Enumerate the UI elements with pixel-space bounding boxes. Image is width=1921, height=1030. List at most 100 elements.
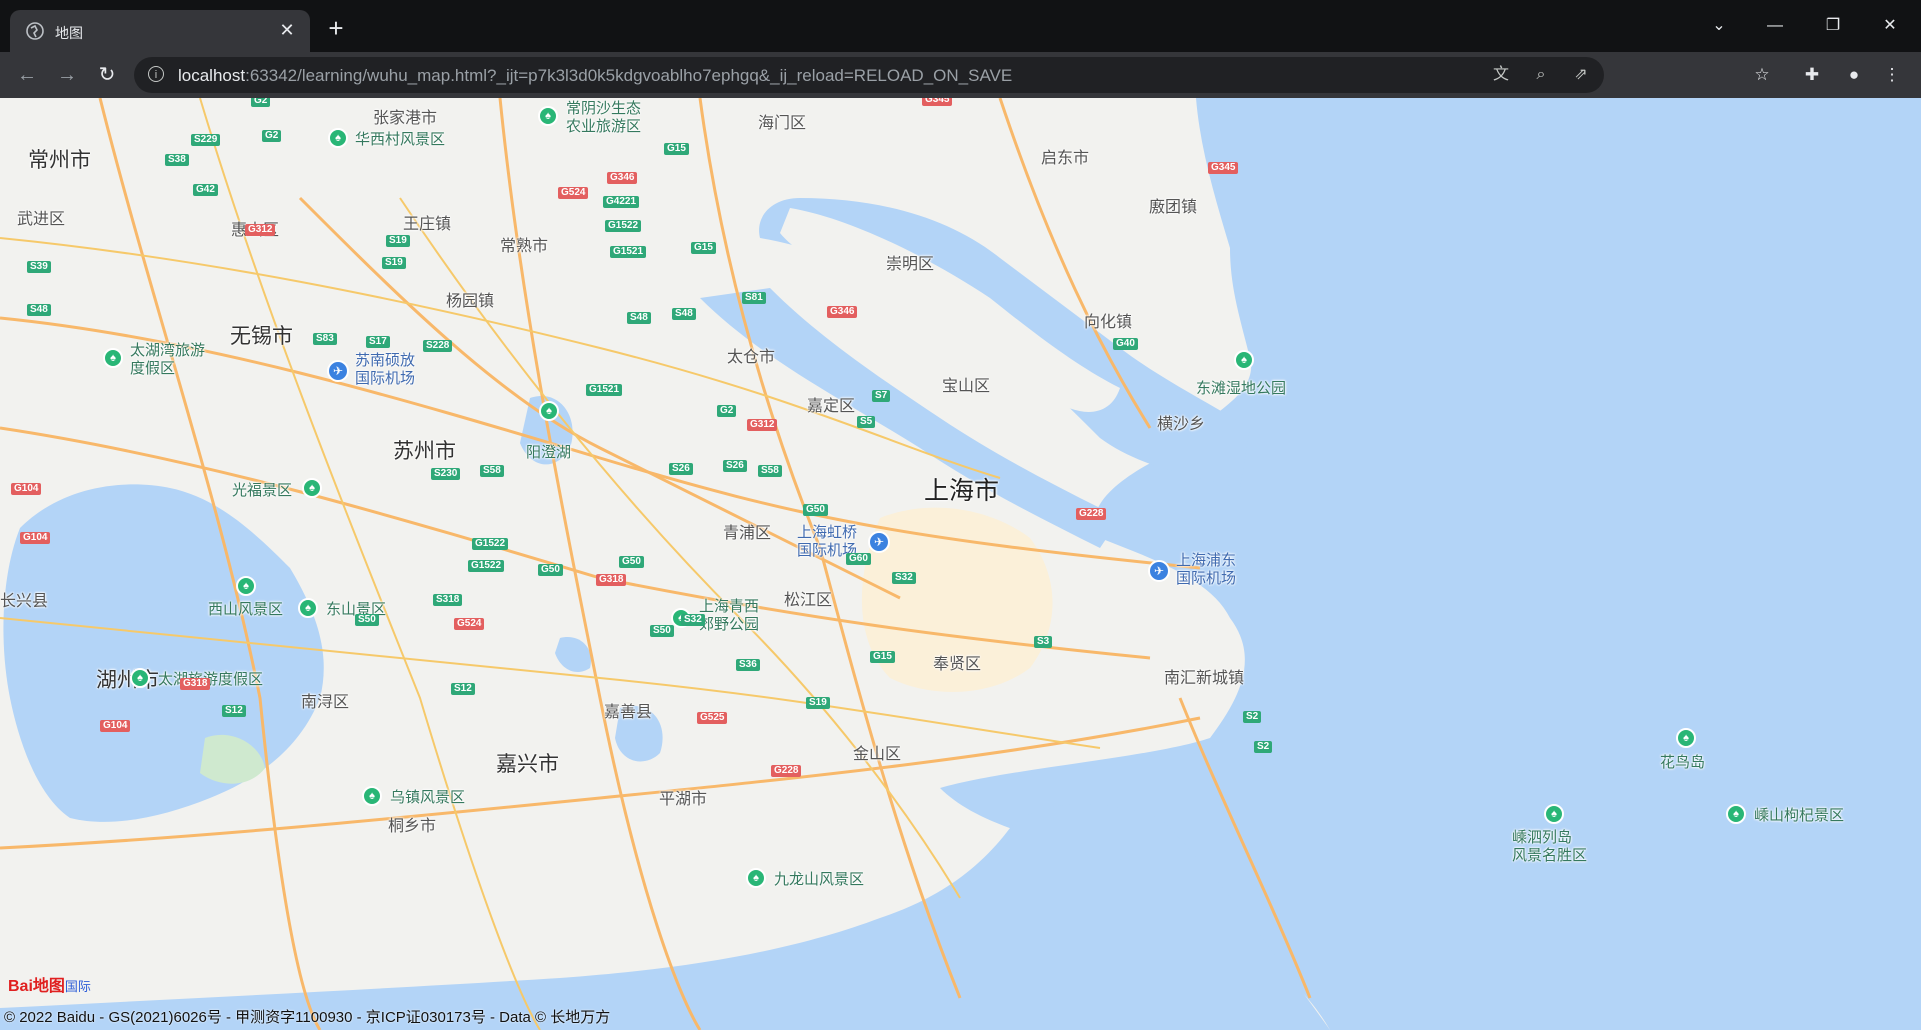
main-city-label: 上海市 [924,477,1000,505]
forward-icon[interactable]: → [54,62,80,88]
park-label[interactable]: 阳澄湖 [526,444,571,462]
minimize-icon[interactable]: — [1760,14,1790,38]
park-label[interactable]: 嵊泗列岛 风景名胜区 [1512,829,1587,865]
site-info-icon[interactable]: i [148,66,164,82]
district-label: 启东市 [1041,150,1090,167]
profile-icon[interactable]: ● [1843,64,1865,86]
district-label: 南浔区 [301,694,350,711]
highway-shield: G312 [747,419,778,431]
district-label: 嘉善县 [604,704,653,721]
park-icon[interactable]: ♠ [298,598,318,618]
translate-icon[interactable]: 文 [1491,65,1511,85]
highway-shield: G40 [1113,338,1138,350]
baidu-map-logo[interactable]: Bai地图国际 [8,972,91,996]
district-label: 横沙乡 [1157,416,1206,433]
browser-tab[interactable]: 地图 ✕ [10,10,310,52]
highway-shield: S3 [1034,636,1053,648]
park-label[interactable]: 太湖湾旅游 度假区 [130,342,205,378]
map-copyright: © 2022 Baidu - GS(2021)6026号 - 甲测资字11009… [4,1009,611,1026]
url-text[interactable]: localhost:63342/learning/wuhu_map.html?_… [178,66,1012,86]
highway-shield: S19 [382,257,406,269]
district-label: 平湖市 [659,791,708,808]
highway-shield: S19 [806,697,830,709]
park-icon[interactable]: ♠ [746,868,766,888]
district-label: 向化镇 [1084,314,1133,331]
park-label[interactable]: 上海青西 郊野公园 [699,598,759,634]
close-window-icon[interactable]: ✕ [1875,14,1905,38]
highway-shield: S17 [366,336,390,348]
highway-shield: S58 [480,465,504,477]
city-label: 无锡市 [230,325,293,348]
highway-shield: S58 [758,465,782,477]
city-label: 苏州市 [393,440,456,463]
map-canvas[interactable]: 常州市 无锡市 苏州市 湖州市 嘉兴市 上海市 张家港市 海门区 启东市 武进区… [0,98,1921,1030]
park-label[interactable]: 太湖旅游度假区 [158,671,263,689]
highway-shield: S26 [669,463,693,475]
park-label[interactable]: 西山风景区 [208,601,283,619]
park-icon[interactable]: ♠ [538,106,558,126]
park-label[interactable]: 九龙山风景区 [774,871,864,889]
park-label[interactable]: 嵊山枸杞景区 [1754,807,1844,825]
highway-shield: S19 [386,235,410,247]
district-label: 嘉定区 [807,398,856,415]
park-label[interactable]: 乌镇风景区 [390,789,465,807]
address-bar[interactable]: i localhost:63342/learning/wuhu_map.html… [134,57,1604,93]
park-label[interactable]: 东滩湿地公园 [1196,380,1286,398]
back-icon[interactable]: ← [14,62,40,88]
airport-label[interactable]: 上海浦东 国际机场 [1176,552,1236,588]
highway-shield: S32 [892,572,916,584]
highway-shield: G318 [180,678,211,690]
highway-shield: G60 [846,553,871,565]
airport-icon[interactable]: ✈ [327,360,349,382]
bookmark-star-icon[interactable]: ☆ [1751,64,1773,86]
park-icon[interactable]: ♠ [1676,728,1696,748]
park-icon[interactable]: ♠ [1544,804,1564,824]
district-label: 崇明区 [886,256,935,273]
menu-icon[interactable]: ⋮ [1881,64,1903,86]
highway-shield: G228 [1076,508,1107,520]
share-icon[interactable]: ⇗ [1571,65,1591,85]
airport-label[interactable]: 苏南硕放 国际机场 [355,352,415,388]
district-label: 宝山区 [942,378,991,395]
park-icon[interactable]: ♠ [1726,804,1746,824]
park-icon[interactable]: ♠ [103,348,123,368]
district-label: 长兴县 [0,593,49,610]
highway-shield: G1521 [610,246,647,258]
highway-shield: S48 [672,308,696,320]
highway-shield: S32 [681,614,705,626]
highway-shield: G4221 [603,196,640,208]
highway-shield: S5 [857,416,876,428]
park-icon[interactable]: ♠ [302,478,322,498]
district-label: 青浦区 [723,525,772,542]
highway-shield: S48 [27,304,51,316]
airport-icon[interactable]: ✈ [868,531,890,553]
park-label[interactable]: 花鸟岛 [1660,754,1705,772]
close-tab-icon[interactable]: ✕ [276,19,298,41]
city-label: 常州市 [28,149,91,172]
highway-shield: S228 [423,340,453,352]
zoom-icon[interactable]: ⌕ [1531,65,1551,85]
highway-shield: G525 [697,712,728,724]
park-label[interactable]: 光福景区 [232,482,292,500]
extensions-icon[interactable]: ✚ [1801,64,1823,86]
reload-icon[interactable]: ↻ [94,62,120,88]
highway-shield: S318 [433,594,463,606]
highway-shield: G1522 [605,220,642,232]
park-icon[interactable]: ♠ [362,786,382,806]
highway-shield: S2 [1254,741,1273,753]
highway-shield: G42 [193,184,218,196]
district-label: 松江区 [784,592,833,609]
park-label[interactable]: 常阴沙生态 农业旅游区 [566,100,641,136]
airport-icon[interactable]: ✈ [1148,560,1170,582]
park-label[interactable]: 华西村风景区 [355,131,445,149]
highway-shield: S2 [1243,711,1262,723]
park-icon[interactable]: ♠ [539,401,559,421]
park-icon[interactable]: ♠ [130,668,150,688]
park-icon[interactable]: ♠ [1234,350,1254,370]
restore-icon[interactable]: ❐ [1818,14,1848,38]
park-icon[interactable]: ♠ [328,128,348,148]
tab-search-chevron-icon[interactable]: ⌄ [1704,14,1734,38]
park-icon[interactable]: ♠ [236,576,256,596]
new-tab-button[interactable]: + [325,15,347,41]
district-label: 王庄镇 [403,216,452,233]
